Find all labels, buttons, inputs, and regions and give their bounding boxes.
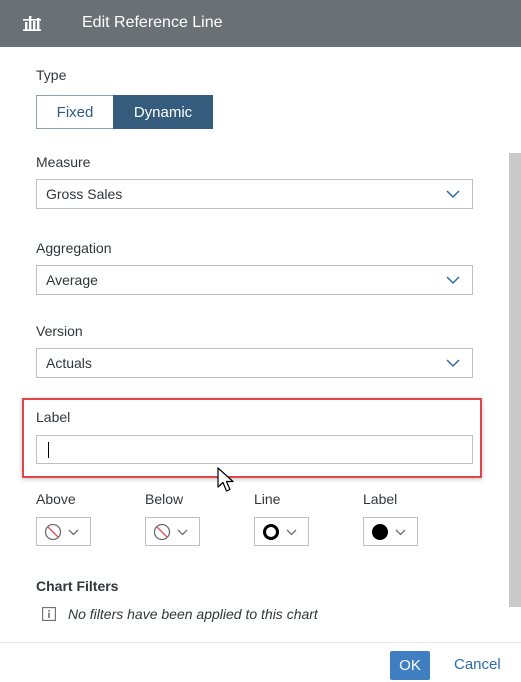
dialog-title: Edit Reference Line [82,14,223,31]
aggregation-label: Aggregation [36,240,112,256]
label-input[interactable] [36,435,473,464]
edit-reference-line-dialog: Edit Reference Line Type Fixed Dynamic M… [0,0,521,682]
above-label: Above [36,491,76,507]
line-style-button[interactable] [254,517,309,546]
mouse-pointer-icon [217,467,234,492]
no-fill-icon [44,523,62,541]
type-dynamic-button[interactable]: Dynamic [113,95,213,129]
below-color-button[interactable] [145,517,200,546]
ok-button[interactable]: OK [390,651,430,680]
label-style-label: Label [363,491,398,507]
type-fixed-button[interactable]: Fixed [36,95,113,129]
type-label: Type [36,67,67,83]
aggregation-select[interactable]: Average [36,265,473,295]
no-fill-icon [153,523,171,541]
chart-filters-title: Chart Filters [36,578,119,594]
dialog-header: Edit Reference Line [0,0,521,47]
version-select[interactable]: Actuals [36,348,473,378]
measure-select[interactable]: Gross Sales [36,179,473,209]
scrollbar[interactable] [509,153,521,607]
aggregation-value: Average [46,272,98,288]
info-icon [42,607,56,621]
version-label: Version [36,323,83,339]
text-caret [48,442,49,458]
ring-icon [263,524,279,540]
chevron-down-icon [68,529,79,536]
cancel-button[interactable]: Cancel [454,656,501,673]
measure-value: Gross Sales [46,186,123,202]
measure-label: Measure [36,154,91,170]
reference-line-chart-icon [23,16,41,31]
line-label: Line [254,491,281,507]
chevron-down-icon [395,529,406,536]
chevron-down-icon [286,529,297,536]
label-color-button[interactable] [363,517,418,546]
chevron-down-icon [446,276,460,285]
chevron-down-icon [446,190,460,199]
label-field-label: Label [36,409,71,425]
version-value: Actuals [46,355,92,371]
below-label: Below [145,491,184,507]
type-segmented-button: Fixed Dynamic [36,95,213,129]
filled-circle-icon [372,524,388,540]
chevron-down-icon [446,359,460,368]
dialog-footer [0,642,521,682]
no-filters-message: No filters have been applied to this cha… [68,606,318,622]
above-color-button[interactable] [36,517,91,546]
chevron-down-icon [177,529,188,536]
